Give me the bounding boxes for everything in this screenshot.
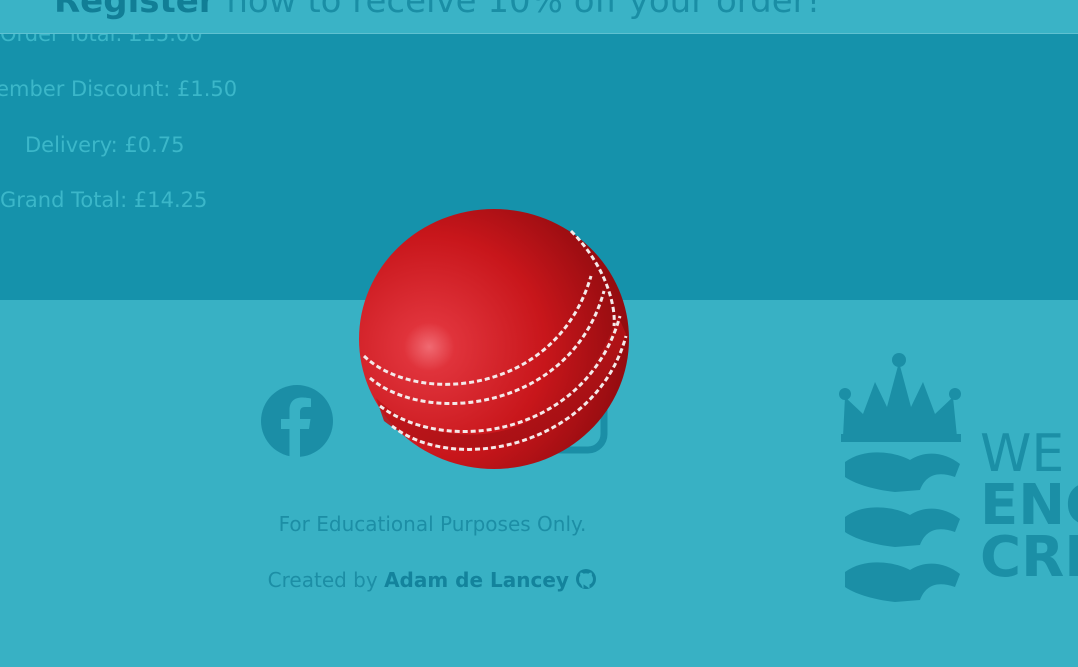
grand-total: Grand Total: £14.25 — [0, 188, 208, 212]
author-link[interactable]: Adam de Lancey — [384, 568, 569, 592]
credit-line: Created by Adam de Lancey — [250, 568, 615, 595]
register-link[interactable]: Register — [54, 0, 216, 21]
register-banner: Register now to receive 10% off your ord… — [0, 0, 1078, 34]
banner-text: now to receive 10% off your order! — [215, 0, 821, 21]
ecb-crest-logo — [835, 352, 970, 606]
cricket-ball-icon — [356, 206, 632, 472]
facebook-icon[interactable] — [260, 384, 334, 462]
delivery-charge: Delivery: £0.75 — [25, 133, 185, 157]
github-icon[interactable] — [575, 568, 597, 595]
disclaimer-text: For Educational Purposes Only. — [278, 512, 587, 536]
created-by-label: Created by — [267, 568, 378, 592]
logo-word-3: CRI — [980, 525, 1078, 590]
member-discount: Member Discount: £1.50 — [0, 77, 238, 101]
